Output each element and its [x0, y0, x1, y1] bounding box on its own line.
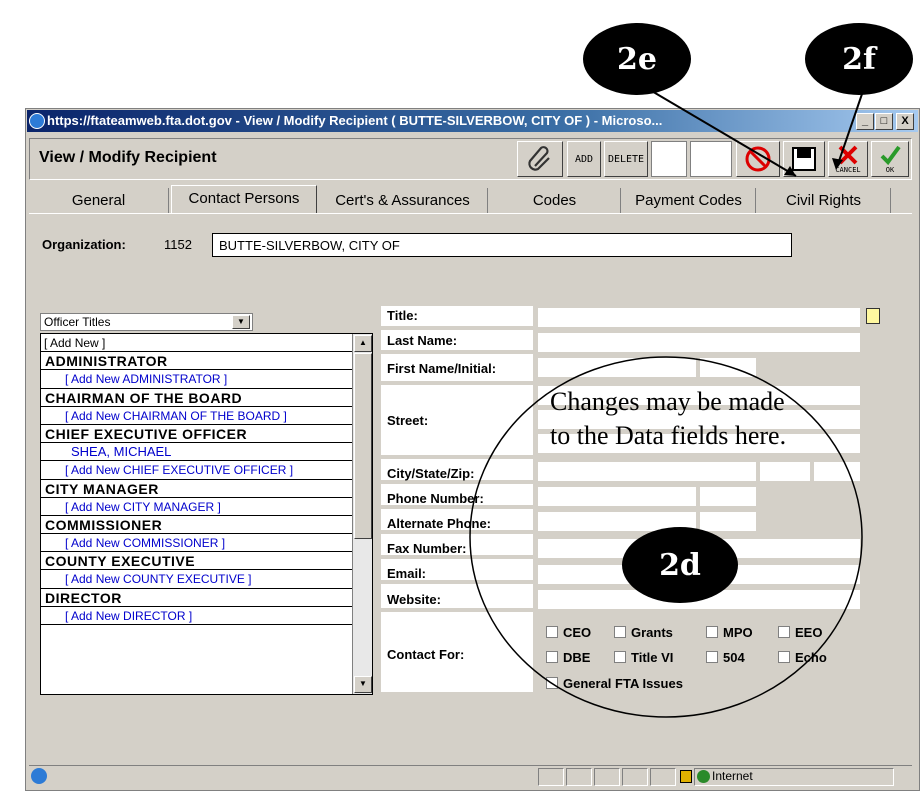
annotation-arrow-2f	[837, 93, 863, 165]
lock-icon	[680, 770, 692, 783]
annotation-bubble-2d: 2d	[622, 527, 738, 603]
page-icon	[31, 768, 47, 784]
annotation-arrow-2e	[649, 89, 797, 177]
annotation-note: Changes may be made to the Data fields h…	[550, 387, 787, 450]
